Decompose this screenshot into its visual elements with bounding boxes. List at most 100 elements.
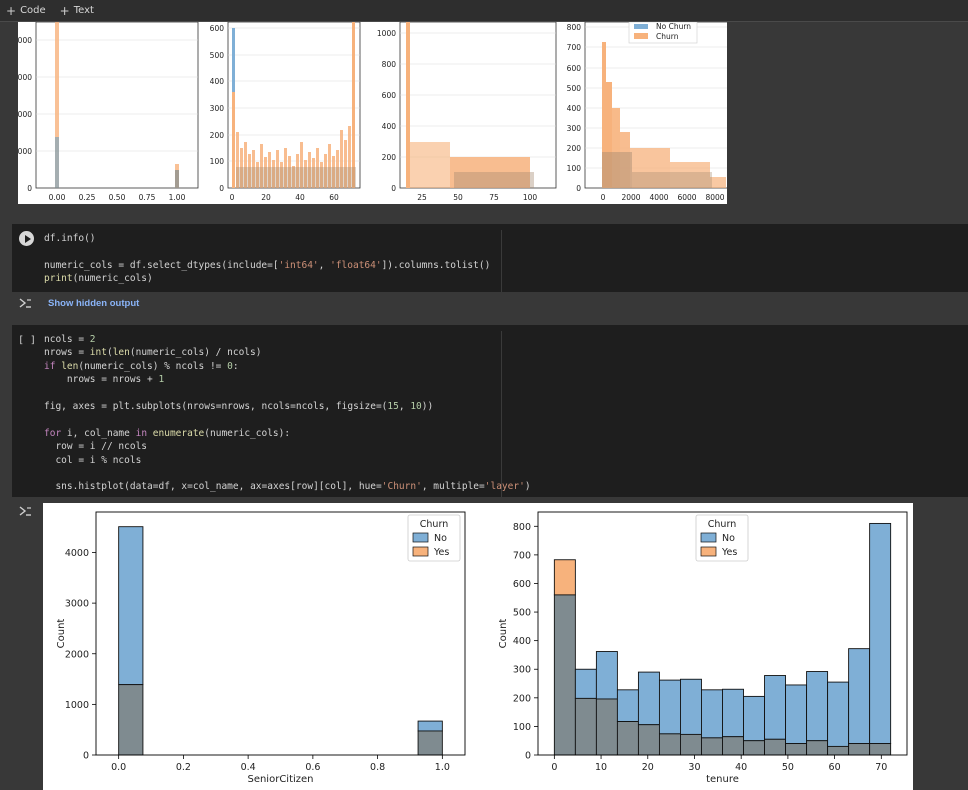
code-keyword: if (44, 360, 56, 372)
code-editor[interactable]: df.info() numeric_cols = df.select_dtype… (40, 224, 968, 292)
code-editor[interactable]: ncols = 2 nrows = int(len(numeric_cols) … (40, 325, 968, 497)
code-punctuation: = (72, 454, 90, 466)
code-identifier: hue (358, 481, 377, 493)
code-punctuation: , (324, 401, 336, 413)
y-tick-label: 300 (513, 665, 531, 676)
tick-label: 300 (210, 104, 225, 113)
code-identifier: multiple (433, 481, 480, 493)
code-punctuation: ) / (204, 347, 228, 359)
code-number: 15 (387, 401, 399, 413)
add-code-button[interactable]: + Code (6, 4, 46, 18)
run-cell-button[interactable] (19, 231, 34, 246)
histogram-bar-overlap (764, 738, 787, 756)
code-identifier: subplots (135, 401, 182, 413)
code-punctuation (44, 455, 55, 466)
code-punctuation: () (478, 259, 491, 271)
code-punctuation: = (112, 259, 130, 271)
code-line: print(numeric_cols) (44, 273, 153, 284)
code-identifier: axes (267, 481, 291, 493)
code-punctuation: = (95, 374, 113, 386)
code-identifier: data (129, 481, 153, 493)
code-punctuation: ][ (313, 481, 325, 493)
legend-label-no: No (434, 533, 447, 544)
tick-label: 600 (567, 64, 582, 73)
code-identifier: ax (250, 481, 262, 493)
x-tick-label: 20 (642, 762, 654, 773)
histogram-bar (764, 675, 787, 740)
histogram-bar (553, 559, 576, 596)
output-toggle-icon[interactable] (18, 297, 32, 309)
code-string: 'int64' (278, 259, 319, 271)
code-cell-2[interactable]: [ ] ncols = 2 nrows = int(len(numeric_co… (12, 325, 968, 497)
histogram-bar-overlap (785, 743, 808, 756)
code-identifier: nrows (112, 374, 142, 386)
code-punctuation: != (204, 360, 228, 372)
code-punctuation: ) (524, 481, 531, 493)
previous-output-image: 0 1000 2000 3000 4000 0.00 0.25 0.50 0.7… (13, 21, 734, 204)
cell-execution-bracket[interactable]: [ ] (18, 335, 36, 346)
code-punctuation: , (250, 401, 262, 413)
code-identifier: row (55, 441, 73, 453)
x-tick-label: 0.4 (241, 762, 256, 773)
y-tick-label: 4000 (65, 548, 89, 559)
code-punctuation: =( (375, 401, 388, 413)
code-punctuation: )) (421, 401, 434, 413)
histogram-bar-overlap (658, 733, 681, 756)
code-line: ncols = 2 (44, 334, 96, 345)
tick-label: 400 (382, 122, 397, 131)
histogram-bar-overlap (806, 740, 829, 756)
y-tick-label: 700 (513, 550, 531, 561)
histogram-bar (806, 671, 829, 742)
tick-label: 6000 (677, 193, 696, 202)
code-punctuation: ) % (152, 360, 176, 372)
x-tick-label: 50 (782, 762, 794, 773)
code-string: 'float64' (330, 259, 382, 271)
code-builtin: print (44, 273, 73, 285)
code-identifier: col_name (84, 427, 130, 439)
code-punctuation: ], (341, 481, 359, 493)
code-line: nrows = int(len(numeric_cols) / ncols) (44, 347, 261, 358)
y-tick-label: 500 (513, 608, 531, 619)
histogram-output-figure: 0 1000 2000 3000 4000 0.0 0.2 0.4 0.6 0.8 1.0 Senio… (43, 503, 913, 790)
tick-label: 50 (453, 193, 463, 202)
code-identifier: ncols (44, 334, 73, 345)
code-identifier: ncols (227, 347, 256, 359)
code-builtin: len (112, 347, 130, 359)
code-identifier: nrows (44, 347, 73, 359)
y-tick-label: 0 (83, 751, 89, 762)
x-tick-label: 60 (829, 762, 841, 773)
code-string: 'Churn' (381, 481, 422, 493)
notebook-toolbar: + Code + Text (0, 0, 968, 22)
output-toggle-icon[interactable] (18, 505, 32, 517)
tick-label: 0 (27, 184, 32, 193)
code-identifier: col_name (192, 481, 239, 493)
code-punctuation (44, 481, 55, 492)
histogram-bar (743, 695, 765, 742)
tick-label: 8000 (705, 193, 724, 202)
tick-label: 1000 (377, 29, 396, 38)
histogram-bar (637, 671, 660, 726)
code-identifier: numeric_cols (210, 427, 279, 439)
code-cell-1[interactable]: df.info() numeric_cols = df.select_dtype… (12, 224, 968, 292)
histogram-bar-overlap (417, 730, 443, 756)
code-identifier: df (158, 481, 170, 493)
tenure-histogram: 0 100 200 300 400 500 600 700 800 0 10 20 30 40 50 60 70… (498, 511, 908, 785)
code-punctuation (44, 374, 67, 385)
add-text-button[interactable]: + Text (60, 4, 94, 18)
histogram-bar (680, 678, 702, 735)
code-identifier: histplot (78, 481, 125, 493)
code-keyword: in (135, 427, 148, 439)
tick-label: 200 (210, 131, 225, 140)
code-identifier: plt (112, 401, 130, 413)
legend-swatch-yes (412, 546, 429, 557)
tick-label: 40 (295, 193, 305, 202)
histogram-bar-overlap (553, 594, 576, 756)
legend-label: Churn (656, 32, 679, 41)
y-tick-label: 400 (513, 636, 531, 647)
code-identifier: numeric_cols (84, 360, 153, 372)
legend-title: Churn (420, 519, 448, 530)
code-line: fig, axes = plt.subplots(nrows=nrows, nc… (44, 401, 433, 412)
tick-label: 0.50 (109, 193, 126, 202)
tick-label: 1.00 (169, 193, 186, 202)
show-hidden-output-link[interactable]: Show hidden output (48, 298, 139, 309)
